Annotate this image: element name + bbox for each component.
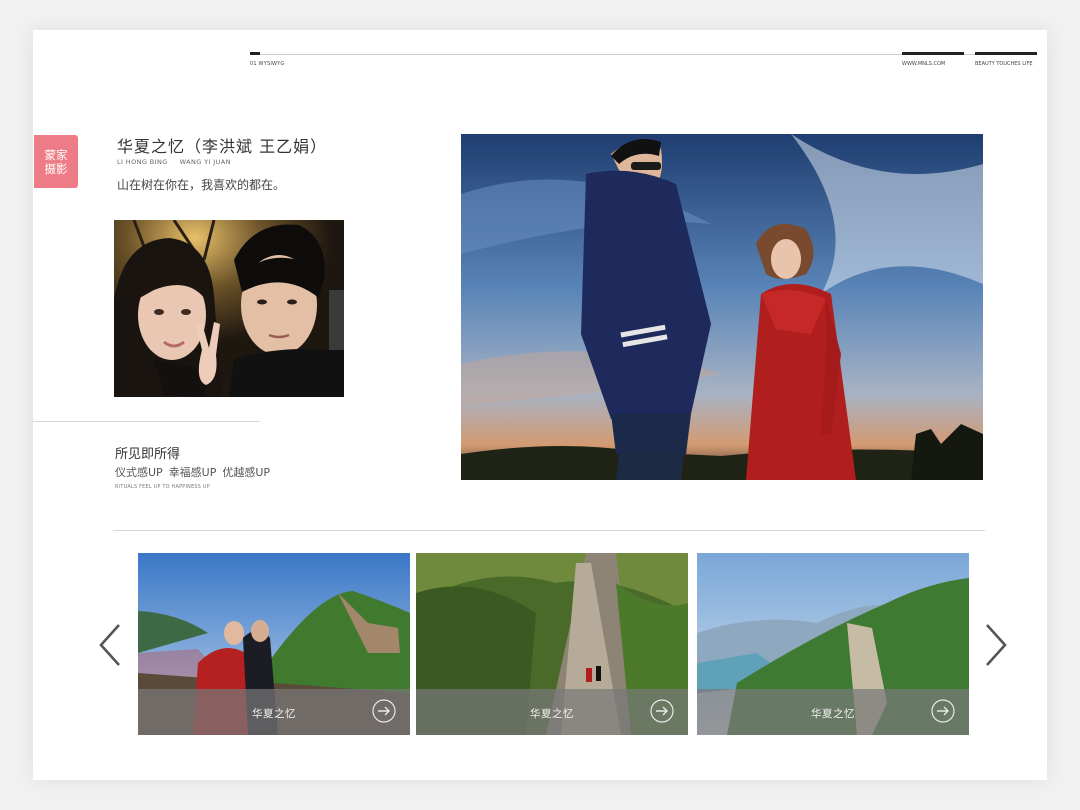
bride-name-en: WANG YI JUAN bbox=[179, 158, 231, 166]
arrow-right-circle-icon[interactable] bbox=[931, 699, 955, 723]
header-mark-site bbox=[902, 52, 964, 55]
carousel-card-1[interactable]: 华夏之忆 bbox=[138, 553, 410, 735]
couple-names-en: LI HONG BING WANG YI JUAN bbox=[117, 158, 231, 166]
brand-tag: 蒙家摄影 bbox=[34, 135, 78, 188]
groom-name-en: LI HONG BING bbox=[117, 158, 168, 166]
feature-item: 幸福感UP bbox=[168, 466, 217, 479]
story-title: 华夏之忆（李洪斌 王乙娟） bbox=[117, 137, 328, 156]
arrow-right-circle-icon[interactable] bbox=[372, 699, 396, 723]
carousel-card-2[interactable]: 华夏之忆 bbox=[416, 553, 688, 735]
arrow-right-circle-icon[interactable] bbox=[650, 699, 674, 723]
divider-left bbox=[33, 421, 260, 422]
header-mark-left bbox=[250, 52, 260, 55]
story-quote: 山在树在你在，我喜欢的都在。 bbox=[117, 178, 286, 192]
chevron-right-icon bbox=[986, 624, 1007, 666]
page-canvas: 01 WYSIWYG WWW.MNLS.COM BEAUTY TOUCHES L… bbox=[33, 30, 1047, 780]
header-mark-slogan bbox=[975, 52, 1037, 55]
feature-title: 所见即所得 bbox=[115, 447, 181, 462]
feature-subtitle-en: RITUALS FEEL UP TO HAPPINESS UP bbox=[115, 485, 210, 490]
header-code: 01 WYSIWYG bbox=[250, 61, 285, 67]
header-slogan: BEAUTY TOUCHES LIFE bbox=[975, 61, 1033, 67]
card-label: 华夏之忆 bbox=[252, 708, 296, 720]
header-site-link[interactable]: WWW.MNLS.COM bbox=[902, 61, 945, 67]
chevron-left-icon bbox=[99, 624, 120, 666]
feature-list: 仪式感UP 幸福感UP 优越感UP bbox=[115, 464, 270, 480]
feature-item: 仪式感UP bbox=[115, 466, 163, 479]
carousel-card-3[interactable]: 华夏之忆 bbox=[697, 553, 969, 735]
carousel-prev-button[interactable] bbox=[97, 623, 127, 667]
brand-tag-label: 蒙家摄影 bbox=[44, 147, 68, 176]
hero-couple-photo bbox=[461, 134, 983, 480]
carousel-next-button[interactable] bbox=[981, 623, 1011, 667]
card-label: 华夏之忆 bbox=[811, 708, 855, 720]
feature-item: 优越感UP bbox=[222, 466, 271, 479]
divider-main bbox=[113, 530, 985, 531]
couple-selfie-photo bbox=[114, 220, 344, 397]
card-label: 华夏之忆 bbox=[530, 708, 574, 720]
